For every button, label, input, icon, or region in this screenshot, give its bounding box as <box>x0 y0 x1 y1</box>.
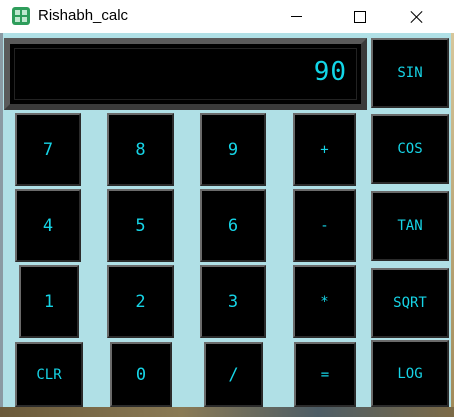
title-bar[interactable]: Rishabh_calc <box>0 0 454 33</box>
key-sin[interactable]: SIN <box>371 38 449 108</box>
key-divide[interactable]: / <box>204 342 263 407</box>
key-multiply[interactable]: * <box>293 265 356 338</box>
key-3[interactable]: 3 <box>200 265 266 338</box>
key-2[interactable]: 2 <box>107 265 174 338</box>
key-4[interactable]: 4 <box>15 189 81 262</box>
key-tan[interactable]: TAN <box>371 191 449 261</box>
close-button[interactable] <box>394 0 440 33</box>
key-cos[interactable]: COS <box>371 114 449 184</box>
key-clear[interactable]: CLR <box>15 342 83 407</box>
key-equals[interactable]: = <box>294 342 356 407</box>
key-7[interactable]: 7 <box>15 113 81 186</box>
minimize-icon <box>290 16 302 17</box>
key-plus[interactable]: + <box>293 113 356 186</box>
key-1[interactable]: 1 <box>19 265 79 338</box>
key-sqrt[interactable]: SQRT <box>371 268 449 338</box>
desktop-background-strip <box>0 407 454 417</box>
key-8[interactable]: 8 <box>107 113 174 186</box>
maximize-button[interactable] <box>337 0 383 33</box>
display-screen <box>14 48 357 100</box>
maximize-icon <box>354 10 366 23</box>
display-value: 90 <box>313 57 347 87</box>
key-log[interactable]: LOG <box>371 340 449 407</box>
key-6[interactable]: 6 <box>200 189 266 262</box>
key-5[interactable]: 5 <box>107 189 174 262</box>
minimize-button[interactable] <box>273 0 319 33</box>
calculator-display: 90 <box>4 38 367 110</box>
window-title: Rishabh_calc <box>38 7 129 24</box>
calculator-app-icon <box>12 7 30 25</box>
close-icon <box>410 10 424 24</box>
key-0[interactable]: 0 <box>110 342 172 407</box>
key-9[interactable]: 9 <box>200 113 266 186</box>
key-minus[interactable]: - <box>293 189 356 262</box>
